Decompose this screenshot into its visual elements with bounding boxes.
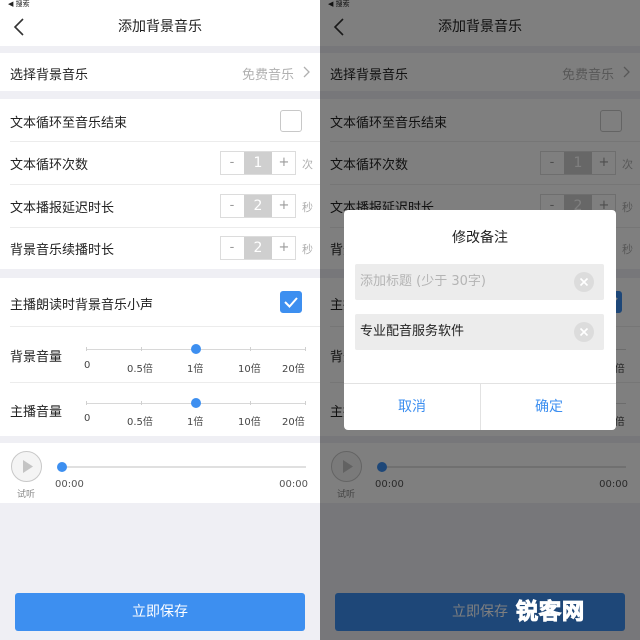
bg-volume-tick-label: 0.5倍 [127,364,153,375]
play-delay-unit: 秒 [302,201,313,214]
clear-icon[interactable] [573,321,595,343]
bg-volume-thumb[interactable] [191,344,201,354]
bg-music-label: 选择背景音乐 [10,68,89,83]
loop-count-stepper: - 1 + [220,151,296,175]
divider [10,326,320,327]
divider [10,227,320,228]
loop-to-end-checkbox[interactable] [280,110,302,132]
play-icon [23,460,33,473]
anchor-volume-label: 主播音量 [10,405,63,420]
nav-bar: 添加背景音乐 [0,8,320,46]
continue-play-minus-button[interactable]: - [221,237,243,259]
text-settings-group: 文本循环至音乐结束 文本循环次数 - 1 + 次 文本播报延迟时长 - 2 + … [0,99,320,269]
anchor-volume-tick-label: 0 [84,413,91,424]
play-label: 试听 [17,490,36,500]
continue-play-value[interactable]: 2 [244,237,272,259]
loop-count-unit: 次 [302,158,313,171]
save-button[interactable]: 立即保存 [15,593,305,631]
slider-tick [141,401,142,405]
status-back-label[interactable]: ◀ 搜索 [8,0,30,8]
anchor-volume-tick-label: 1倍 [187,417,204,428]
slider-tick [141,347,142,351]
progress-track[interactable] [62,466,306,468]
loop-count-value[interactable]: 1 [244,152,272,174]
divider [10,382,320,383]
divider [10,141,320,142]
play-delay-minus-button[interactable]: - [221,195,243,217]
loop-to-end-label: 文本循环至音乐结束 [10,116,128,131]
continue-play-plus-button[interactable]: + [273,237,295,259]
slider-tick [305,401,306,405]
edit-note-dialog: 修改备注 添加标题 (少于 30字) 专业配音服务软件 取消 确定 [344,210,616,430]
loop-count-plus-button[interactable]: + [273,152,295,174]
content-input[interactable]: 专业配音服务软件 [355,314,604,350]
continue-play-unit: 秒 [302,243,313,256]
play-button[interactable] [11,451,42,482]
continue-play-stepper: - 2 + [220,236,296,260]
anchor-volume-thumb[interactable] [191,398,201,408]
bg-music-value: 免费音乐 [241,68,294,83]
play-delay-stepper: - 2 + [220,194,296,218]
confirm-button[interactable]: 确定 [481,384,616,430]
slider-tick [250,347,251,351]
continue-play-label: 背景音乐续播时长 [10,243,115,258]
slider-tick [305,347,306,351]
chevron-right-icon [303,66,310,78]
clear-icon[interactable] [573,271,595,293]
page-title: 添加背景音乐 [118,19,202,35]
slider-tick [86,401,87,405]
bg-volume-tick-label: 20倍 [282,364,305,375]
bg-volume-tick-label: 0 [84,360,91,371]
content-input-value: 专业配音服务软件 [360,324,465,339]
play-delay-value[interactable]: 2 [244,195,272,217]
back-arrow-icon[interactable] [10,16,30,38]
slider-tick [86,347,87,351]
anchor-volume-tick-label: 10倍 [238,417,261,428]
duck-music-label: 主播朗读时背景音乐小声 [10,298,154,313]
bg-music-row[interactable]: 选择背景音乐 免费音乐 [0,53,320,91]
anchor-volume-tick-label: 0.5倍 [127,417,153,428]
screen-right: ◀ 搜索 添加背景音乐 选择背景音乐 免费音乐 文本循环至音乐结束 文本循环次数… [320,0,640,640]
cancel-button[interactable]: 取消 [344,384,480,430]
bg-volume-tick-label: 10倍 [238,364,261,375]
divider [10,184,320,185]
duck-music-checkbox[interactable] [280,291,302,313]
progress-thumb[interactable] [57,462,67,472]
volume-group: 主播朗读时背景音乐小声 背景音量 0 0.5倍 1倍 10倍 20倍 主播音量 [0,278,320,436]
title-input-placeholder: 添加标题 (少于 30字) [360,274,486,289]
preview-player: 试听 [0,443,320,503]
loop-count-minus-button[interactable]: - [221,152,243,174]
slider-tick [250,401,251,405]
loop-count-label: 文本循环次数 [10,158,89,173]
bg-volume-label: 背景音量 [10,350,63,365]
title-input[interactable]: 添加标题 (少于 30字) [355,264,604,300]
dialog-title: 修改备注 [452,230,508,246]
checkmark-icon [284,297,298,308]
screen-left: ◀ 搜索 添加背景音乐 选择背景音乐 免费音乐 文本循环至音乐结束 文本循环次数… [0,0,320,640]
total-time: 00:00 [279,479,308,490]
play-delay-label: 文本播报延迟时长 [10,201,115,216]
anchor-volume-tick-label: 20倍 [282,417,305,428]
current-time: 00:00 [55,479,84,490]
watermark: 锐客网 [515,600,586,626]
play-delay-plus-button[interactable]: + [273,195,295,217]
bg-volume-tick-label: 1倍 [187,364,204,375]
status-bar: ◀ 搜索 [0,0,320,8]
